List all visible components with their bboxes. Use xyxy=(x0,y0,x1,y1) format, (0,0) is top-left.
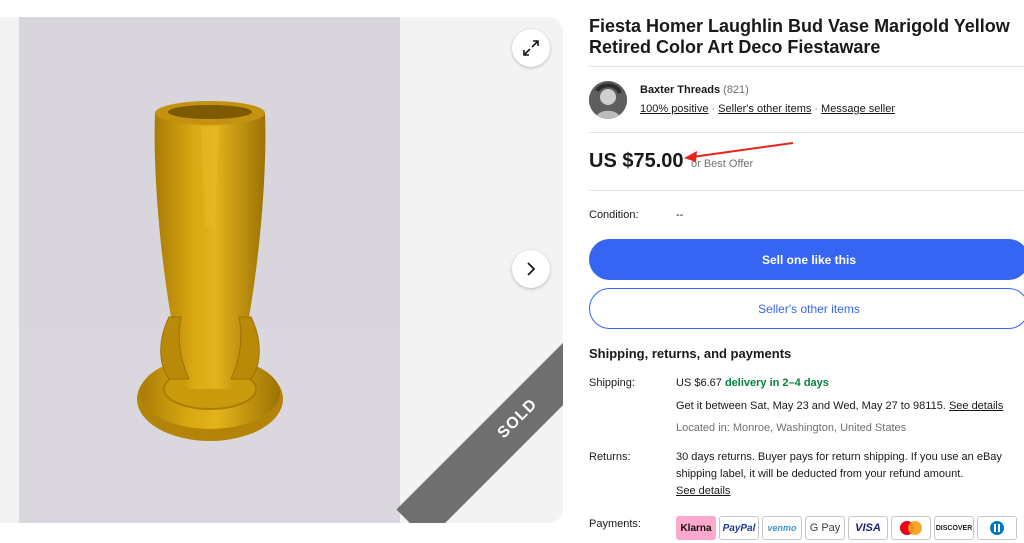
shipping-section-heading: Shipping, returns, and payments xyxy=(589,346,792,361)
image-gallery: SOLD xyxy=(0,17,563,523)
avatar-image xyxy=(589,81,627,119)
klarna-icon: Klarna xyxy=(676,516,716,540)
chevron-right-icon xyxy=(527,262,536,276)
returns-see-details-link[interactable]: See details xyxy=(676,485,730,497)
returns-line-1: 30 days returns. Buyer pays for return s… xyxy=(676,451,1002,463)
feedback-count: (821) xyxy=(723,84,749,96)
divider xyxy=(589,132,1024,133)
mastercard-logo xyxy=(900,521,922,535)
paypal-icon: PayPal xyxy=(719,516,759,540)
listing-title: Fiesta Homer Laughlin Bud Vase Marigold … xyxy=(589,16,1010,57)
diners-club-logo xyxy=(990,521,1004,535)
sold-ribbon: SOLD xyxy=(396,297,563,523)
mastercard-icon xyxy=(891,516,931,540)
returns-line-2: shipping label, it will be deducted from… xyxy=(676,468,964,480)
annotation-arrow-icon xyxy=(684,142,794,162)
expand-icon xyxy=(523,40,539,56)
shipping-see-details-link[interactable]: See details xyxy=(949,400,1003,412)
sell-one-like-this-button[interactable]: Sell one like this xyxy=(589,239,1024,280)
delivery-dates: Get it between Sat, May 23 and Wed, May … xyxy=(676,400,946,412)
seller-other-items-button[interactable]: Seller's other items xyxy=(589,288,1024,329)
separator: · xyxy=(814,103,819,115)
seller-other-items-link[interactable]: Seller's other items xyxy=(718,103,811,115)
shipping-cost-row: US $6.67 delivery in 2–4 days xyxy=(676,377,829,389)
venmo-icon: venmo xyxy=(762,516,802,540)
discover-icon: DISCOVER xyxy=(934,516,974,540)
seller-avatar[interactable] xyxy=(589,81,627,119)
seller-name-row: Baxter Threads (821) xyxy=(640,84,749,96)
seller-links: 100% positive · Seller's other items · Messa… xyxy=(640,103,895,115)
diners-club-icon xyxy=(977,516,1017,540)
expand-button[interactable] xyxy=(512,29,550,67)
product-photo[interactable] xyxy=(19,17,400,523)
divider xyxy=(589,190,1024,191)
divider xyxy=(589,66,1024,67)
payments-label: Payments: xyxy=(589,518,641,530)
positive-feedback-link[interactable]: 100% positive xyxy=(640,103,709,115)
seller-name[interactable]: Baxter Threads xyxy=(640,84,720,96)
visa-icon: VISA xyxy=(848,516,888,540)
separator: · xyxy=(711,103,716,115)
google-pay-icon: G Pay xyxy=(805,516,845,540)
returns-label: Returns: xyxy=(589,451,631,463)
next-image-button[interactable] xyxy=(512,250,550,288)
message-seller-link[interactable]: Message seller xyxy=(821,103,895,115)
delivery-estimate: delivery in 2–4 days xyxy=(724,377,829,389)
condition-value: -- xyxy=(676,209,684,221)
item-location: Located in: Monroe, Washington, United S… xyxy=(676,422,907,434)
price: US $75.00 xyxy=(589,150,684,172)
shipping-label: Shipping: xyxy=(589,377,635,389)
shipping-cost: US $6.67 xyxy=(676,377,722,389)
delivery-dates-row: Get it between Sat, May 23 and Wed, May … xyxy=(676,400,1003,412)
condition-label: Condition: xyxy=(589,209,639,221)
vase-image xyxy=(137,101,283,441)
